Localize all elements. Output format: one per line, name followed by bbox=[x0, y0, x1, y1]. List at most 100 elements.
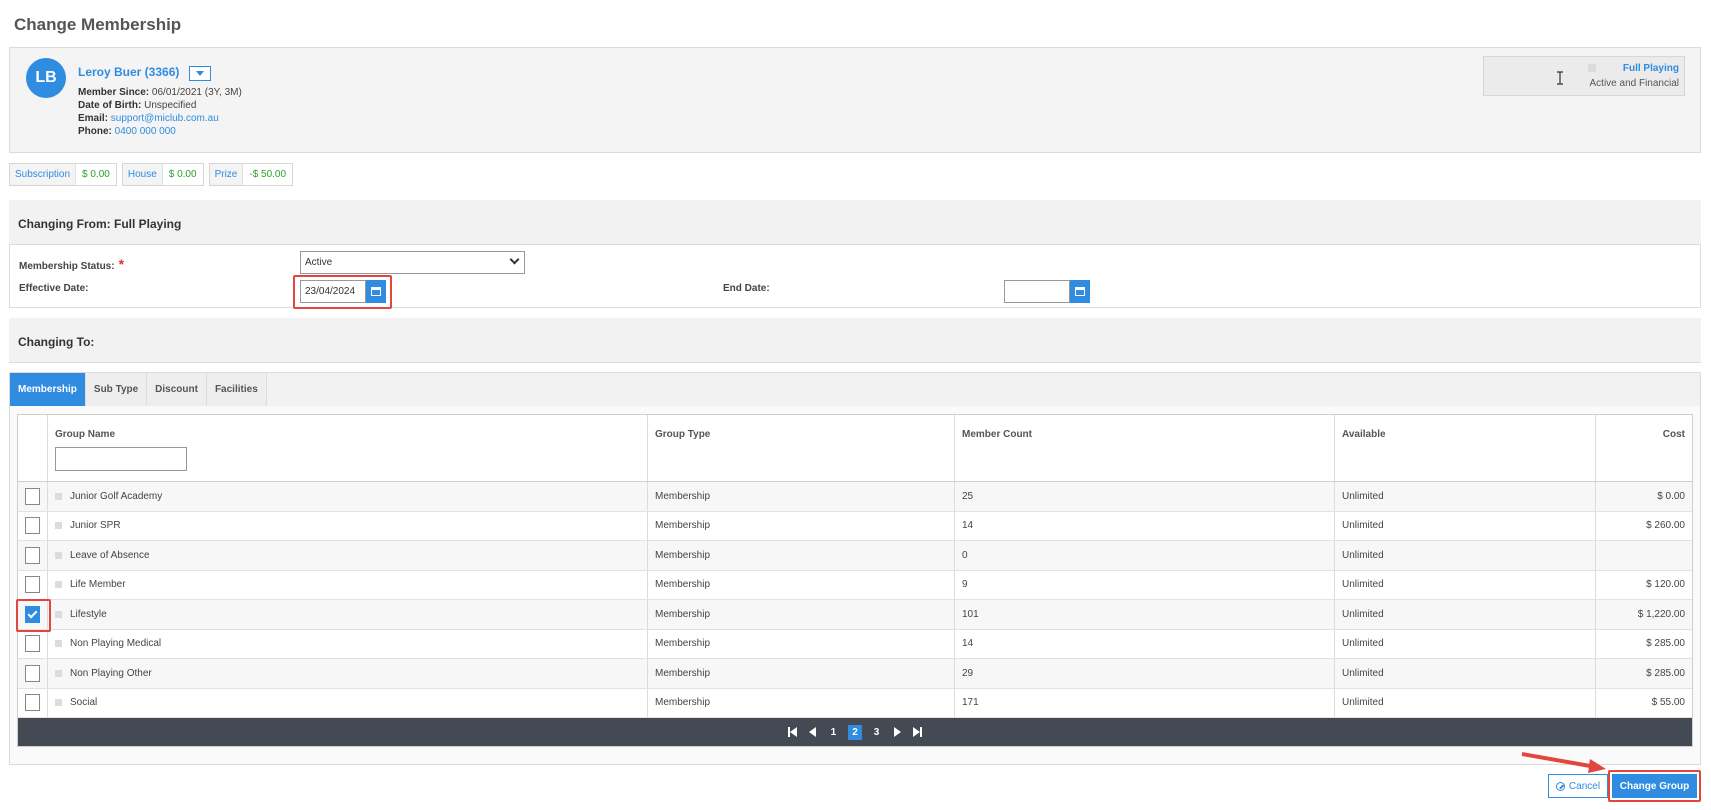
group-name: Junior SPR bbox=[70, 520, 121, 532]
tab-bar: Membership Sub Type Discount Facilities bbox=[10, 373, 1700, 406]
chevron-down-icon bbox=[509, 254, 520, 265]
cost-cell: $ 120.00 bbox=[1646, 579, 1685, 591]
membership-status-select[interactable]: Active bbox=[300, 251, 525, 274]
page-3-button[interactable]: 3 bbox=[870, 725, 884, 740]
column-group-name[interactable]: Group Name bbox=[48, 415, 648, 481]
dob-value: Unspecified bbox=[144, 100, 197, 111]
chevron-down-icon bbox=[196, 71, 204, 76]
row-checkbox[interactable] bbox=[25, 664, 40, 682]
phone-link[interactable]: 0400 000 000 bbox=[115, 126, 176, 137]
table-row[interactable]: Lifestyle Membership 101 Unlimited $ 1,220.0… bbox=[18, 600, 1692, 630]
last-page-icon[interactable] bbox=[911, 727, 923, 737]
row-checkbox[interactable] bbox=[25, 635, 40, 653]
row-select-cell bbox=[18, 570, 48, 599]
balance-subscription: Subscription $ 0.00 bbox=[9, 163, 117, 186]
available-cell: Unlimited bbox=[1335, 511, 1596, 540]
highlight-box bbox=[1608, 770, 1701, 802]
status-title-link[interactable]: Full Playing bbox=[1623, 63, 1679, 74]
cancel-label: Cancel bbox=[1568, 780, 1601, 792]
group-name: Lifestyle bbox=[70, 608, 107, 620]
group-type-cell: Membership bbox=[648, 659, 955, 688]
changing-to-heading: Changing To: bbox=[9, 318, 1701, 363]
cost-cell: $ 55.00 bbox=[1651, 697, 1685, 709]
group-name-cell: Leave of Absence bbox=[48, 541, 648, 570]
tab-membership[interactable]: Membership bbox=[10, 373, 86, 406]
group-name-cell: Junior SPR bbox=[48, 511, 648, 540]
row-checkbox[interactable] bbox=[25, 694, 40, 712]
changing-from-heading: Changing From: Full Playing bbox=[9, 200, 1701, 245]
balance-house: House $ 0.00 bbox=[121, 163, 204, 186]
page-1-button[interactable]: 1 bbox=[827, 725, 841, 740]
member-count-cell: 14 bbox=[955, 629, 1335, 658]
table-header: Group Name Group Type Member Count Avail… bbox=[18, 415, 1692, 482]
row-select-cell bbox=[18, 511, 48, 540]
text-cursor-icon bbox=[1557, 71, 1563, 85]
available-cell: Unlimited bbox=[1335, 659, 1596, 688]
row-checkbox[interactable] bbox=[25, 517, 40, 535]
ban-icon bbox=[1555, 781, 1565, 791]
column-available[interactable]: Available bbox=[1335, 415, 1596, 481]
balances: Subscription $ 0.00 House $ 0.00 Prize -… bbox=[9, 163, 294, 186]
pager: 1 2 3 bbox=[18, 718, 1692, 746]
end-date-input[interactable] bbox=[1004, 280, 1070, 303]
tab-sub-type[interactable]: Sub Type bbox=[85, 373, 148, 406]
table-row[interactable]: Life Member Membership 9 Unlimited $ 120.00 bbox=[18, 570, 1692, 600]
member-since-value: 06/01/2021 (3Y, 3M) bbox=[151, 87, 242, 98]
row-checkbox[interactable] bbox=[25, 576, 40, 594]
group-square-icon bbox=[55, 522, 62, 530]
available-cell: Unlimited bbox=[1335, 629, 1596, 658]
first-page-icon[interactable] bbox=[787, 727, 799, 737]
table-row[interactable]: Social Membership 171 Unlimited $ 55.00 bbox=[18, 688, 1692, 718]
table-row[interactable]: Junior SPR Membership 14 Unlimited $ 260.00 bbox=[18, 511, 1692, 541]
cost-cell: $ 260.00 bbox=[1646, 520, 1685, 532]
balance-prize: Prize -$ 50.00 bbox=[208, 163, 294, 186]
available-cell: Unlimited bbox=[1335, 482, 1596, 511]
row-select-cell bbox=[18, 659, 48, 688]
next-page-icon[interactable] bbox=[891, 727, 903, 737]
group-name: Life Member bbox=[70, 579, 126, 591]
balance-label[interactable]: Prize bbox=[209, 164, 244, 185]
member-menu-button[interactable] bbox=[189, 66, 211, 81]
group-name-filter-input[interactable] bbox=[55, 447, 187, 471]
group-name-cell: Non Playing Other bbox=[48, 659, 648, 688]
group-square-icon bbox=[55, 492, 62, 500]
avatar: LB bbox=[26, 58, 66, 98]
select-column-header bbox=[18, 415, 48, 481]
row-select-cell bbox=[18, 541, 48, 570]
end-date-calendar-button[interactable] bbox=[1070, 280, 1090, 303]
group-type-cell: Membership bbox=[648, 600, 955, 629]
group-name: Non Playing Other bbox=[70, 667, 152, 679]
table-row[interactable]: Non Playing Medical Membership 14 Unlimited… bbox=[18, 629, 1692, 659]
email-label: Email: bbox=[78, 113, 109, 124]
row-checkbox[interactable] bbox=[25, 546, 40, 564]
group-type-cell: Membership bbox=[648, 511, 955, 540]
row-checkbox[interactable] bbox=[25, 487, 40, 505]
column-group-type[interactable]: Group Type bbox=[648, 415, 955, 481]
cost-cell: $ 0.00 bbox=[1657, 490, 1685, 502]
member-count-cell: 0 bbox=[955, 541, 1335, 570]
status-square-icon bbox=[1588, 64, 1596, 72]
table-row[interactable]: Non Playing Other Membership 29 Unlimited $ … bbox=[18, 659, 1692, 689]
tab-discount[interactable]: Discount bbox=[147, 373, 207, 406]
group-type-cell: Membership bbox=[648, 482, 955, 511]
cancel-button[interactable]: Cancel bbox=[1548, 774, 1608, 798]
column-cost[interactable]: Cost bbox=[1596, 415, 1692, 481]
highlight-box bbox=[16, 599, 51, 632]
available-cell: Unlimited bbox=[1335, 541, 1596, 570]
group-name-cell: Lifestyle bbox=[48, 600, 648, 629]
balance-label[interactable]: Subscription bbox=[10, 164, 77, 185]
membership-status-box: Full Playing Active and Financial bbox=[1483, 56, 1685, 96]
group-square-icon bbox=[55, 610, 62, 618]
group-square-icon bbox=[55, 640, 62, 648]
group-name: Non Playing Medical bbox=[70, 638, 162, 650]
page-2-button[interactable]: 2 bbox=[848, 724, 862, 740]
balance-label[interactable]: House bbox=[122, 164, 163, 185]
tab-facilities[interactable]: Facilities bbox=[206, 373, 267, 406]
email-link[interactable]: support@miclub.com.au bbox=[111, 113, 219, 124]
member-name-link[interactable]: Leroy Buer (3366) bbox=[78, 65, 179, 79]
group-square-icon bbox=[55, 699, 62, 707]
column-member-count[interactable]: Member Count bbox=[955, 415, 1335, 481]
prev-page-icon[interactable] bbox=[807, 727, 819, 737]
table-row[interactable]: Leave of Absence Membership 0 Unlimited bbox=[18, 541, 1692, 571]
table-row[interactable]: Junior Golf Academy Membership 25 Unlimited… bbox=[18, 482, 1692, 512]
